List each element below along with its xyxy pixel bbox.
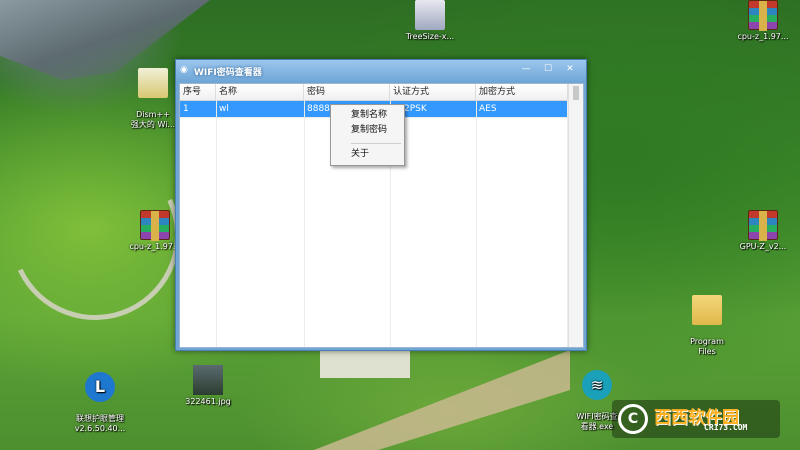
desktop-icon-cpu-z-top[interactable]: cpu-z_1.97... [718, 0, 800, 42]
close-button[interactable]: ✕ [560, 62, 580, 76]
maximize-button[interactable]: ☐ [538, 62, 558, 76]
winrar-archive-icon [140, 210, 170, 241]
window-title: WIFI密码查看器 [194, 68, 262, 78]
grid-line [216, 100, 217, 347]
wifi-icon: ≋ [582, 370, 612, 400]
column-header-index[interactable]: 序号 [180, 84, 216, 100]
grid-line [304, 100, 305, 347]
watermark-subtext: CR173.COM [704, 423, 748, 432]
column-header-auth[interactable]: 认证方式 [390, 84, 476, 100]
column-header-password[interactable]: 密码 [304, 84, 390, 100]
cell-encryption: AES [479, 104, 497, 114]
menu-item-copy-password[interactable]: 复制密码 [333, 123, 402, 137]
desktop-icon-lenovo[interactable]: L 联想护眼管理 v2.6.50.40... [55, 362, 145, 444]
desktop-icon-label: TreeSize-x... [405, 32, 455, 41]
column-header-name[interactable]: 名称 [216, 84, 304, 100]
column-header-encryption[interactable]: 加密方式 [476, 84, 568, 100]
desktop-icon-photo[interactable]: 322461.jpg [163, 365, 253, 407]
context-menu: 复制名称 复制密码 关于 [330, 104, 405, 166]
desktop-icon-label: 联想护眼管理 v2.6.50.40... [74, 414, 126, 433]
treesize-app-icon [415, 0, 445, 30]
minimize-button[interactable]: — [516, 62, 536, 76]
desktop-icon-program-files[interactable]: Program Files [662, 285, 752, 367]
desktop-icon-label: cpu-z_1.97... [737, 32, 789, 41]
winrar-archive-icon [748, 210, 778, 241]
image-file-icon [193, 365, 223, 395]
cell-name: wl [219, 104, 229, 114]
scrollbar-thumb[interactable] [573, 86, 579, 100]
cell-index: 1 [183, 104, 189, 114]
grid-line [476, 100, 477, 347]
desktop-icon-treesize[interactable]: TreeSize-x... [385, 0, 475, 42]
wallpaper-path [314, 350, 570, 450]
watermark-logo: C [618, 404, 648, 434]
desktop-icon-label: GPU-Z_v2... [739, 242, 787, 251]
title-bar[interactable]: ◉ WIFI密码查看器 — ☐ ✕ [176, 60, 586, 82]
app-wifi-icon: ◉ [180, 65, 188, 75]
wifi-viewer-window: ◉ WIFI密码查看器 — ☐ ✕ 序号 名称 密码 认证方式 加密方式 1 w… [175, 59, 587, 351]
dism-app-icon [138, 68, 168, 98]
wallpaper-house [320, 350, 410, 378]
list-header: 序号 名称 密码 认证方式 加密方式 [180, 84, 568, 101]
vertical-scrollbar[interactable] [568, 84, 583, 347]
folder-icon [692, 295, 722, 325]
desktop-icon-gpu-z[interactable]: GPU-Z_v2... [718, 210, 800, 252]
winrar-archive-icon [748, 0, 778, 31]
desktop-icon-label: 322461.jpg [185, 397, 231, 406]
desktop-icon-label: Program Files [690, 337, 724, 356]
menu-separator [351, 143, 401, 144]
menu-item-about[interactable]: 关于 [333, 147, 402, 161]
lenovo-l-icon: L [85, 372, 115, 402]
menu-item-copy-name[interactable]: 复制名称 [333, 108, 402, 122]
watermark: C 西西软件园 CR173.COM [612, 400, 780, 438]
